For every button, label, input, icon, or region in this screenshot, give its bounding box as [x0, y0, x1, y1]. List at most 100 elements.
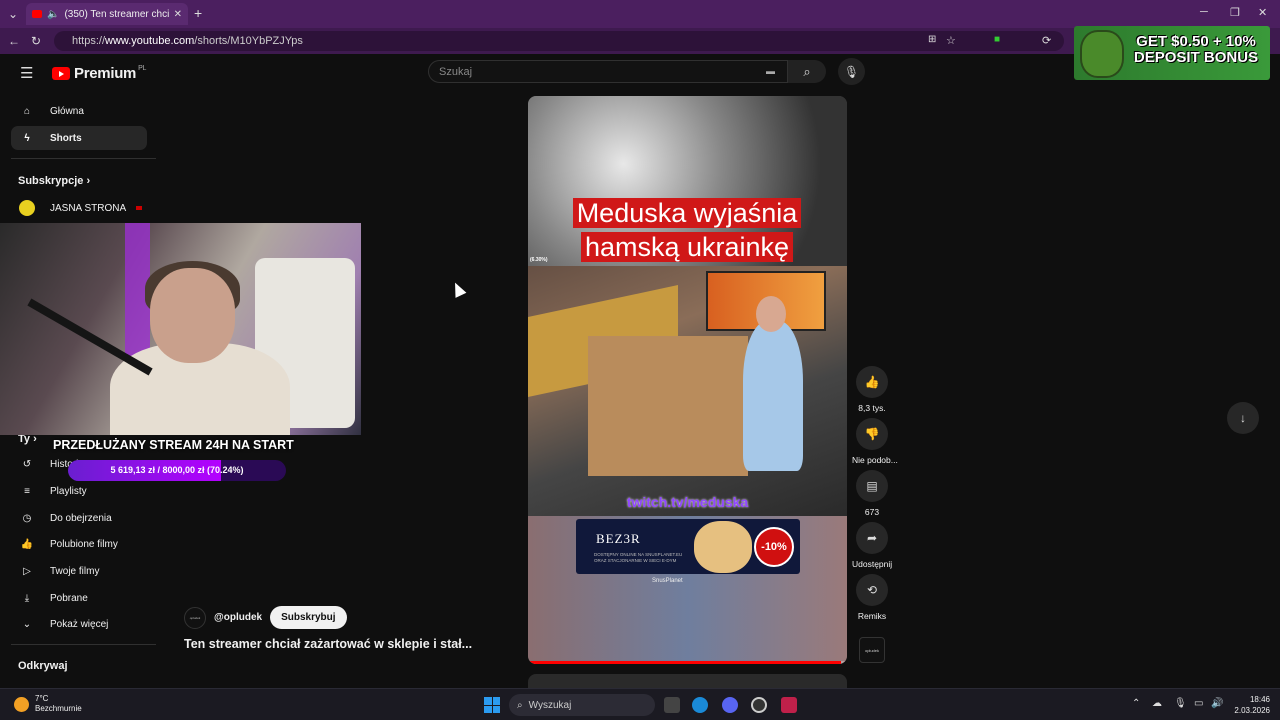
tab-list-chevron-icon[interactable]: ⌄ — [8, 7, 18, 21]
video-icon: ▷ — [23, 565, 31, 577]
browser-tab[interactable]: 🔈 (350) Ten streamer chciał zaża ✕ — [26, 3, 188, 25]
reload-icon[interactable]: ↻ — [31, 34, 41, 48]
opera-browser-icon[interactable] — [781, 697, 797, 713]
sidebar-item-playlists[interactable]: ≡ Playlisty — [11, 479, 147, 503]
extensions-puzzle-icon[interactable]: ⟳ — [1042, 34, 1051, 47]
bookmark-star-icon[interactable]: ☆ — [946, 34, 956, 47]
discord-icon[interactable] — [722, 697, 738, 713]
casino-ad-text: GET $0.50 + 10% DEPOSIT BONUS — [1124, 34, 1268, 66]
weather-widget[interactable]: 7°C Bezchmurnie — [14, 694, 82, 714]
sidebar-item-label: Pobrane — [50, 592, 88, 604]
channel-handle[interactable]: @opludek — [214, 612, 262, 623]
sidebar-item-jasna-strona[interactable]: JASNA STRONA — [11, 196, 147, 220]
channel-avatar[interactable]: opludek — [184, 606, 206, 629]
sidebar-item-your-videos[interactable]: ▷ Twoje filmy — [11, 559, 147, 583]
caption-line-1: Meduska wyjaśnia — [572, 198, 802, 228]
url-field[interactable]: https://www.youtube.com/shorts/M10YbPZJY… — [54, 31, 1064, 51]
comment-count: 673 — [864, 507, 880, 517]
dislike-button[interactable]: 👎 Nie podob... — [852, 418, 898, 465]
windows-taskbar: 7°C Bezchmurnie ⌕ Wyszukaj ⌃ ☁ 🎙 ▭ 🔊 18:… — [0, 688, 1280, 720]
tray-chevron-up-icon[interactable]: ⌃ — [1132, 698, 1140, 709]
taskbar-clock[interactable]: 18:46 2.03.2026 — [1224, 694, 1270, 716]
task-view-icon[interactable] — [664, 697, 680, 713]
sidebar-item-label: Do obejrzenia — [50, 512, 112, 524]
clock-icon: ◷ — [22, 512, 32, 524]
new-tab-button[interactable]: + — [194, 5, 202, 21]
video-progress-bar[interactable] — [528, 661, 847, 664]
microphone-icon[interactable]: 🎙 — [1174, 698, 1187, 709]
voice-search-button[interactable]: 🎙 — [838, 58, 865, 85]
comments-button[interactable]: ▤ 673 — [852, 470, 892, 517]
like-button[interactable]: 👍 8,3 tys. — [852, 366, 892, 413]
logo-text: Premium — [74, 65, 137, 82]
video-person — [743, 321, 803, 471]
section-title: Subskrypcje — [18, 175, 84, 187]
casino-ad-overlay: GET $0.50 + 10% DEPOSIT BONUS — [1074, 26, 1270, 80]
app-icon[interactable] — [751, 697, 767, 713]
volume-icon[interactable]: 🔊 — [1211, 698, 1223, 709]
like-icon: 👍 — [864, 375, 880, 389]
webcam-person-head — [150, 268, 235, 363]
url-prefix: https:// — [72, 35, 106, 47]
sidebar-item-shorts[interactable]: ϟ Shorts — [11, 126, 147, 150]
casino-mascot-image — [1080, 30, 1124, 78]
speaker-icon[interactable]: 🔈 — [47, 9, 59, 20]
menu-hamburger-icon[interactable]: ☰ — [20, 64, 33, 82]
shorts-icon: ϟ — [24, 132, 30, 144]
youtube-logo[interactable]: Premium PL — [52, 65, 146, 82]
share-button[interactable]: ➦ Udostępnij — [852, 522, 892, 569]
url-path: /shorts/M10YbPZJYps — [194, 35, 303, 47]
close-window-icon[interactable]: ✕ — [1258, 6, 1267, 19]
time: 18:46 — [1249, 695, 1270, 704]
close-tab-icon[interactable]: ✕ — [174, 9, 182, 20]
next-video-button[interactable]: ↓ — [1227, 402, 1259, 434]
maximize-icon[interactable]: ❐ — [1230, 6, 1240, 19]
next-short-preview[interactable] — [528, 674, 847, 688]
channel-thumbnail[interactable]: opludek — [859, 637, 885, 663]
search-button[interactable]: ⌕ — [788, 60, 826, 83]
caption-line-2: hamską ukrainkę — [580, 232, 794, 262]
minimize-icon[interactable]: ─ — [1200, 6, 1208, 18]
cloud-icon[interactable]: ☁ — [1152, 698, 1162, 709]
sidebar-section-subscriptions[interactable]: Subskrypcje › — [18, 175, 90, 187]
back-icon[interactable]: ← — [8, 34, 20, 48]
remix-button[interactable]: ⟲ Remiks — [852, 574, 892, 621]
sidebar-item-downloads[interactable]: ⤓ Pobrane — [11, 586, 147, 610]
live-indicator-icon — [136, 206, 143, 210]
sidebar-item-label: Playlisty — [50, 485, 87, 497]
shorts-video-player[interactable]: Meduska wyjaśnia hamską ukrainkę (6.30%)… — [528, 96, 847, 664]
keyboard-icon[interactable]: ▬ — [766, 66, 775, 76]
donation-goal-bar: 5 619,13 zł / 8000,00 zł (70.24%) — [68, 460, 286, 481]
share-icon: ➦ — [866, 531, 878, 545]
video-caption: Meduska wyjaśnia hamską ukrainkę — [546, 196, 828, 264]
search-input[interactable]: Szukaj — [428, 60, 788, 83]
date: 2.03.2026 — [1234, 706, 1270, 715]
browser-tab-strip: ⌄ 🔈 (350) Ten streamer chciał zaża ✕ + ─… — [0, 0, 1280, 28]
youtube-favicon-icon — [32, 10, 42, 18]
channel-avatar-icon — [19, 200, 35, 216]
sidebar-item-home[interactable]: ⌂ Główna — [11, 99, 147, 123]
extension-icon[interactable]: ■ — [994, 34, 1000, 45]
taskbar-search-box[interactable]: ⌕ Wyszukaj — [509, 694, 655, 716]
network-icon[interactable]: ▭ — [1194, 698, 1203, 709]
sidebar-item-label: Shorts — [50, 132, 82, 144]
home-icon: ⌂ — [23, 105, 31, 117]
logo-region: PL — [138, 65, 147, 72]
sidebar-item-liked[interactable]: 👍 Polubione filmy — [11, 532, 147, 556]
app-icon[interactable]: ⊞ — [928, 34, 936, 45]
playlist-icon: ≡ — [24, 485, 30, 497]
sidebar-item-watch-later[interactable]: ◷ Do obejrzenia — [11, 506, 147, 530]
windows-start-icon[interactable] — [484, 697, 500, 713]
ad-footer: SnusPlanet — [652, 578, 683, 584]
screen: ⌄ 🔈 (350) Ten streamer chciał zaża ✕ + ─… — [0, 0, 1280, 720]
dislike-label: Nie podob... — [852, 455, 898, 465]
sidebar-item-show-more[interactable]: ⌄ Pokaż więcej — [11, 612, 147, 636]
sidebar-item-label: Twoje filmy — [50, 565, 100, 577]
chevron-right-icon: › — [86, 175, 91, 187]
video-title[interactable]: Ten streamer chciał zażartować w sklepie… — [184, 637, 472, 651]
twitch-watermark: twitch.tv/meduska — [626, 494, 749, 510]
edge-browser-icon[interactable] — [692, 697, 708, 713]
comment-icon: ▤ — [866, 479, 878, 493]
subscribe-button[interactable]: Subskrybuj — [270, 606, 347, 629]
ad-small-text: DOSTĘPNY ONLINE NA SNUSPLANET.EU ORAZ ST… — [594, 552, 683, 563]
